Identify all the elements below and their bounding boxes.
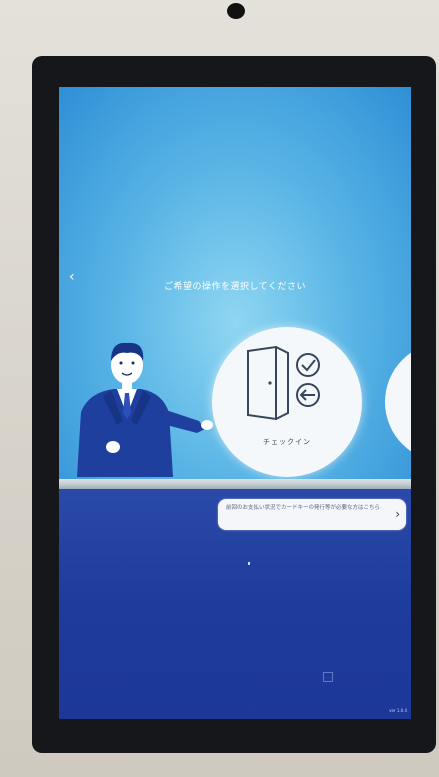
kiosk-screen: ‹ ご希望の操作を選択してください チェックイン 前回のお支払い状況でカードキー… <box>59 87 411 719</box>
lower-panel: 前回のお支払い状況でカードキーの発行等が必要な方はこちら › ver 1.0.4 <box>59 489 411 719</box>
version-text: ver 1.0.4 <box>389 708 407 713</box>
checkin-option-label: チェックイン <box>263 438 311 446</box>
status-indicator <box>248 562 250 565</box>
camera-icon <box>227 3 245 19</box>
chevron-right-icon: › <box>395 507 400 521</box>
concierge-illustration <box>77 342 213 477</box>
divider-strip <box>59 479 411 489</box>
page-title: ご希望の操作を選択してください <box>164 282 306 292</box>
settings-icon[interactable] <box>323 672 333 682</box>
notice-button[interactable]: 前回のお支払い状況でカードキーの発行等が必要な方はこちら › <box>218 499 406 530</box>
notice-text: 前回のお支払い状況でカードキーの発行等が必要な方はこちら <box>226 505 381 511</box>
checkin-option-button[interactable]: チェックイン <box>212 327 362 477</box>
door-check-arrow-icon <box>247 345 320 421</box>
next-option-button[interactable] <box>385 342 411 462</box>
option-area: ‹ ご希望の操作を選択してください チェックイン <box>59 87 411 479</box>
